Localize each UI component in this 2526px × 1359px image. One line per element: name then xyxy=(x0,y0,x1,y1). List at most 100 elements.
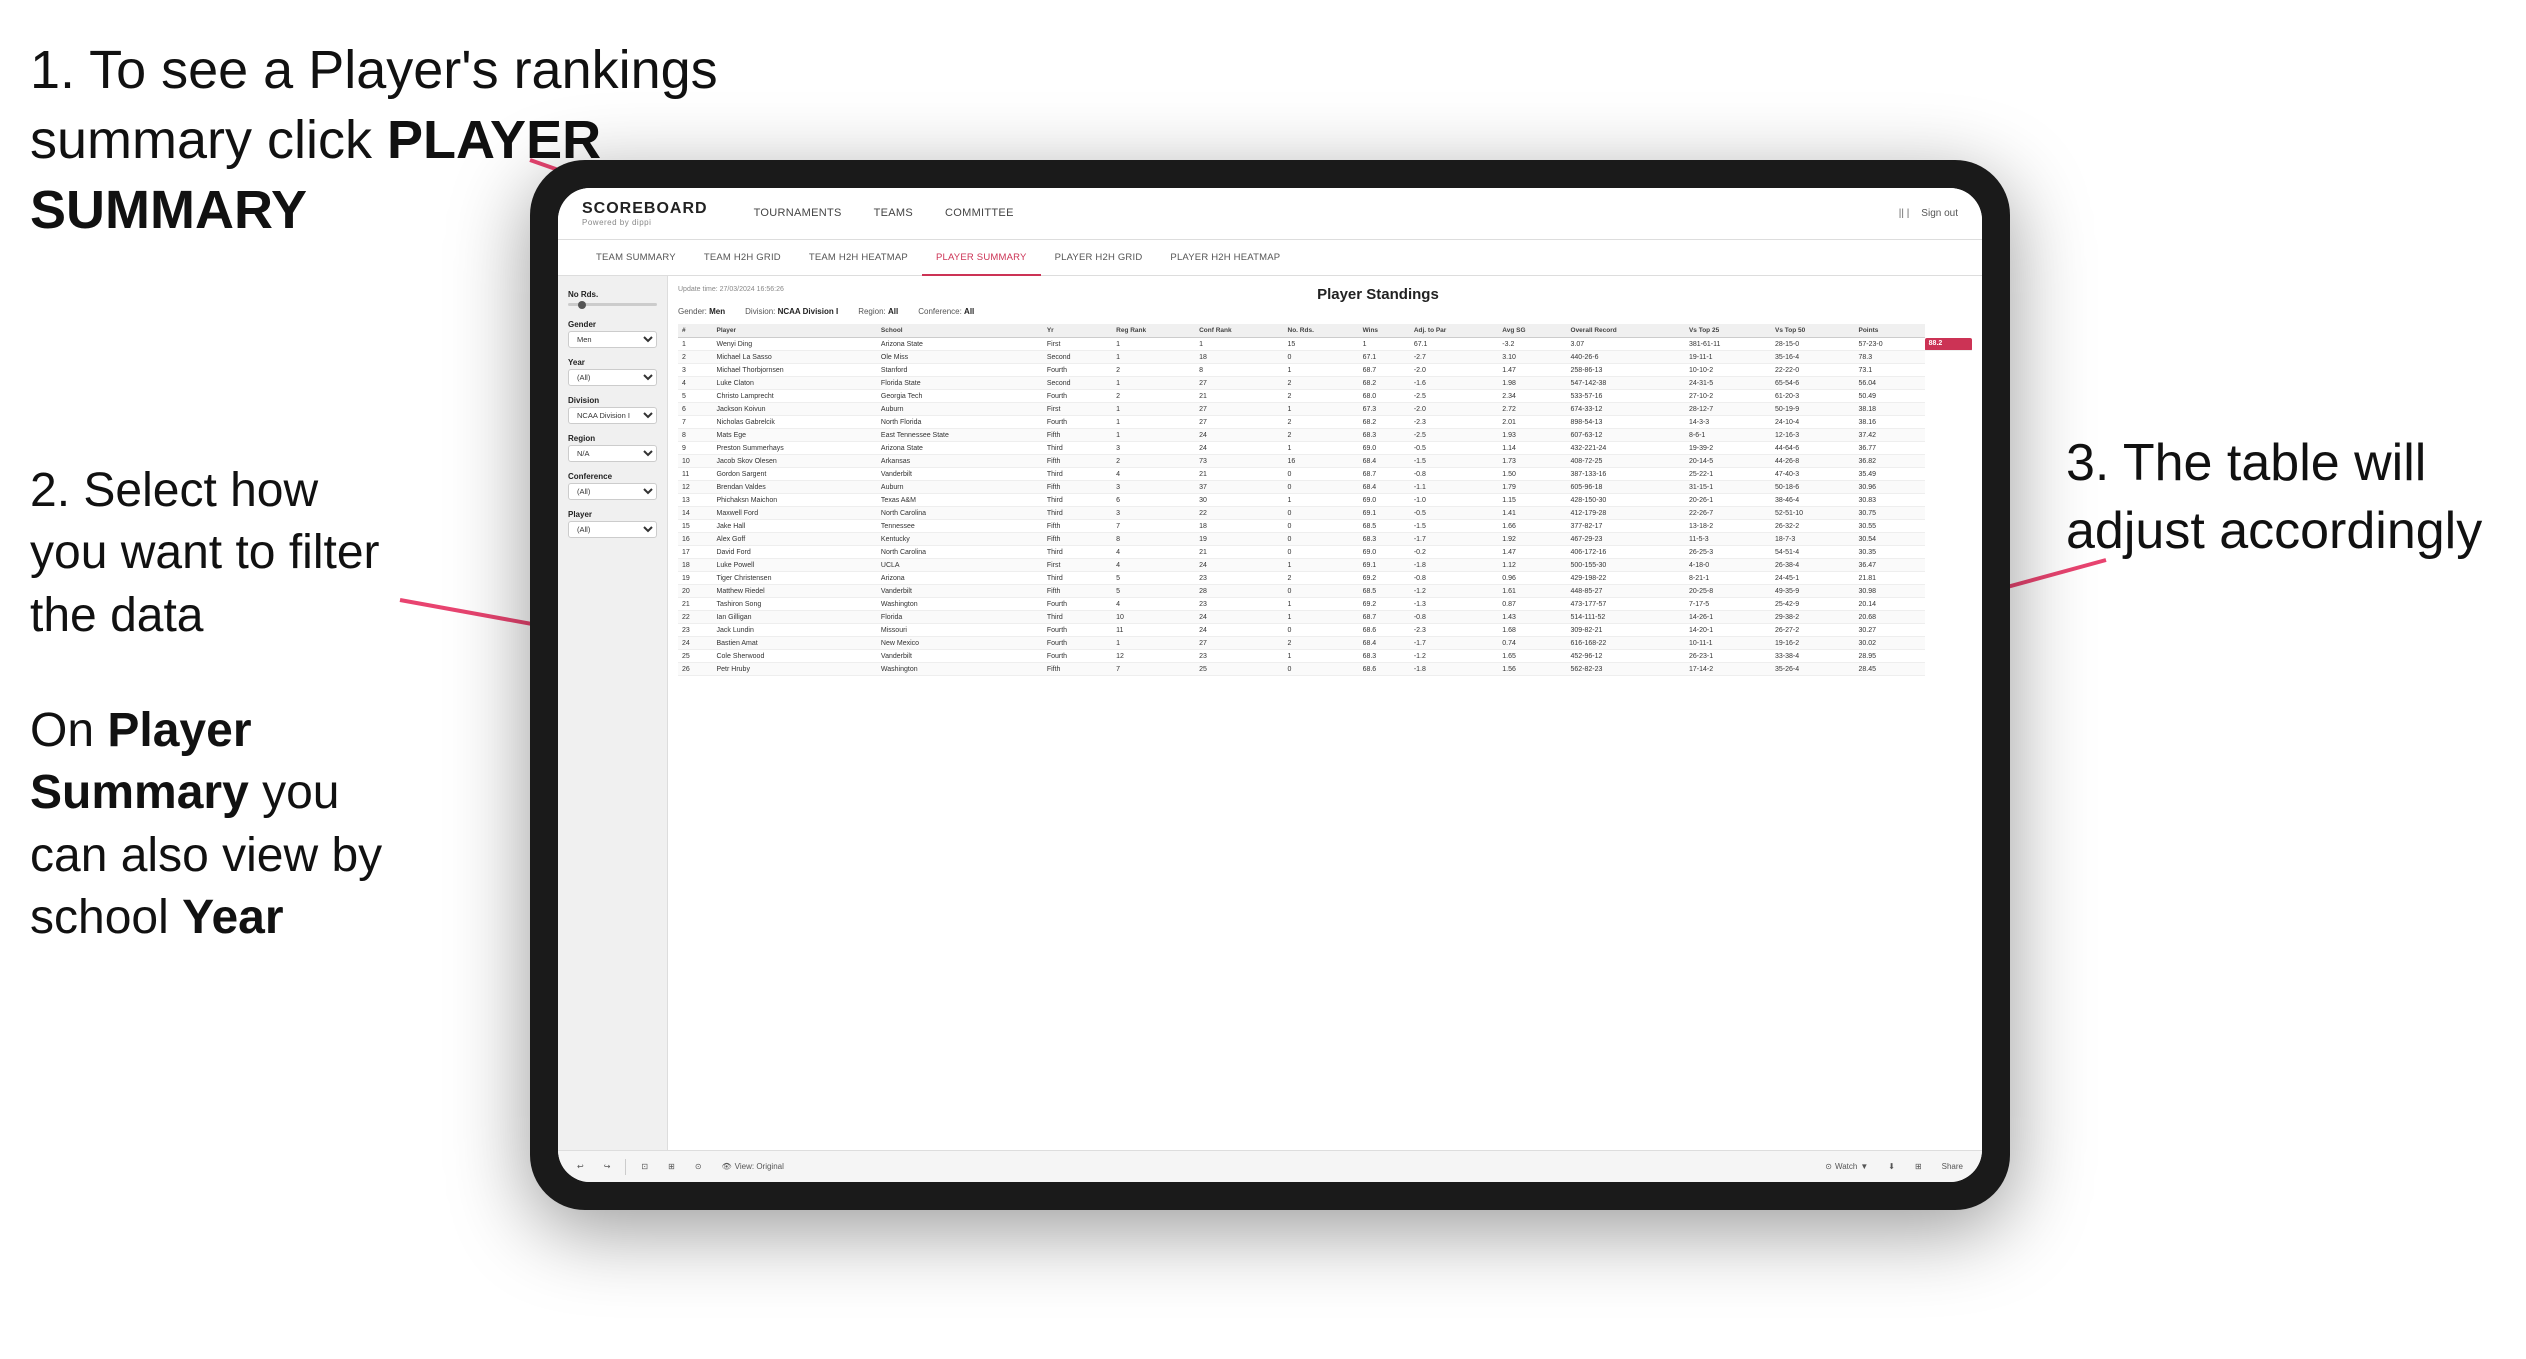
meta-conference: Conference: All xyxy=(918,307,974,316)
table-row: 20Matthew RiedelVanderbiltFifth528068.5-… xyxy=(678,585,1972,598)
sub-nav-team-h2h-heatmap[interactable]: TEAM H2H HEATMAP xyxy=(795,240,922,276)
watch-btn[interactable]: ⊙ Watch▼ xyxy=(1820,1160,1873,1173)
meta-region: Region: All xyxy=(858,307,898,316)
no-rds-slider[interactable] xyxy=(568,303,657,306)
main-content: No Rds. Gender Men Women Year (All) xyxy=(558,276,1982,1150)
col-overall: Overall Record xyxy=(1567,324,1685,338)
table-row: 6Jackson KoivunAuburnFirst127167.3-2.02.… xyxy=(678,403,1972,416)
undo-btn[interactable]: ↩ xyxy=(572,1160,589,1173)
table-row: 17David FordNorth CarolinaThird421069.0-… xyxy=(678,546,1972,559)
player-select[interactable]: (All) xyxy=(568,521,657,538)
table-row: 21Tashiron SongWashingtonFourth423169.2-… xyxy=(678,598,1972,611)
logo-main: SCOREBOARD xyxy=(582,200,708,218)
table-row: 8Mats EgeEast Tennessee StateFifth124268… xyxy=(678,429,1972,442)
bottom-toolbar: ↩ ↪ ⊡ ⊞ ⊙ 👁 View: Original ⊙ Watch▼ ⬇ ⊞ … xyxy=(558,1150,1982,1182)
col-player: Player xyxy=(712,324,876,338)
table-header: Update time: 27/03/2024 16:56:26 Player … xyxy=(678,286,1972,316)
table-title: Player Standings xyxy=(1317,286,1439,303)
redo-btn[interactable]: ↪ xyxy=(599,1160,616,1173)
header-right: || | Sign out xyxy=(1899,208,1958,219)
filter-division: Division NCAA Division I xyxy=(568,396,657,424)
col-adj: Adj. to Par xyxy=(1410,324,1498,338)
table-row: 9Preston SummerhaysArizona StateThird324… xyxy=(678,442,1972,455)
table-row: 25Cole SherwoodVanderbiltFourth1223168.3… xyxy=(678,650,1972,663)
tablet-screen: SCOREBOARD Powered by dippi TOURNAMENTS … xyxy=(558,188,1982,1182)
nav-committee[interactable]: COMMITTEE xyxy=(929,188,1030,240)
watch-icon: ⊙ xyxy=(1825,1162,1832,1171)
filter-player: Player (All) xyxy=(568,510,657,538)
sub-nav: TEAM SUMMARY TEAM H2H GRID TEAM H2H HEAT… xyxy=(558,240,1982,276)
table-meta: Gender: Men Division: NCAA Division I Re… xyxy=(678,307,1972,316)
region-select[interactable]: N/A xyxy=(568,445,657,462)
division-select[interactable]: NCAA Division I xyxy=(568,407,657,424)
table-area: Update time: 27/03/2024 16:56:26 Player … xyxy=(668,276,1982,1150)
table-row: 3Michael ThorbjornsenStanfordFourth28168… xyxy=(678,364,1972,377)
year-select[interactable]: (All) First Second Third Fourth Fifth xyxy=(568,369,657,386)
table-row: 7Nicholas GabrelcikNorth FloridaFourth12… xyxy=(678,416,1972,429)
col-wins: Wins xyxy=(1359,324,1410,338)
update-time: Update time: 27/03/2024 16:56:26 xyxy=(678,286,784,293)
tablet: SCOREBOARD Powered by dippi TOURNAMENTS … xyxy=(530,160,2010,1210)
logo-sub: Powered by dippi xyxy=(582,218,708,227)
table-row: 1Wenyi DingArizona StateFirst1115167.1-3… xyxy=(678,338,1972,351)
table-row: 24Bastien AmatNew MexicoFourth127268.4-1… xyxy=(678,637,1972,650)
share-btn[interactable]: Share xyxy=(1937,1160,1968,1173)
scoreboard-logo: SCOREBOARD Powered by dippi xyxy=(582,200,708,227)
instruction-4: On Player Summary you can also view by s… xyxy=(30,700,410,950)
table-row: 13Phichaksn MaichonTexas A&MThird630169.… xyxy=(678,494,1972,507)
meta-division: Division: NCAA Division I xyxy=(745,307,838,316)
table-row: 18Luke PowellUCLAFirst424169.1-1.81.1250… xyxy=(678,559,1972,572)
view-btn[interactable]: 👁 View: Original xyxy=(717,1160,789,1173)
app-header: SCOREBOARD Powered by dippi TOURNAMENTS … xyxy=(558,188,1982,240)
nav-tournaments[interactable]: TOURNAMENTS xyxy=(738,188,858,240)
col-conf-rank: Conf Rank xyxy=(1195,324,1283,338)
table-row: 26Petr HrubyWashingtonFifth725068.6-1.81… xyxy=(678,663,1972,676)
col-school: School xyxy=(877,324,1043,338)
instruction-3: 3. The table will adjust accordingly xyxy=(2066,430,2486,565)
sign-out-link[interactable]: Sign out xyxy=(1921,208,1958,219)
col-avg-sg: Avg SG xyxy=(1498,324,1566,338)
gender-select[interactable]: Men Women xyxy=(568,331,657,348)
clock-btn[interactable]: ⊙ xyxy=(690,1160,707,1173)
data-table: # Player School Yr Reg Rank Conf Rank No… xyxy=(678,324,1972,676)
toolbar-divider-1 xyxy=(625,1159,626,1175)
table-row: 22Ian GilliganFloridaThird1024168.7-0.81… xyxy=(678,611,1972,624)
copy-btn[interactable]: ⊞ xyxy=(663,1160,680,1173)
table-row: 12Brendan ValdesAuburnFifth337068.4-1.11… xyxy=(678,481,1972,494)
screenshot-btn[interactable]: ⊡ xyxy=(636,1160,653,1173)
table-row: 5Christo LamprechtGeorgia TechFourth2212… xyxy=(678,390,1972,403)
table-row: 14Maxwell FordNorth CarolinaThird322069.… xyxy=(678,507,1972,520)
table-header-row: # Player School Yr Reg Rank Conf Rank No… xyxy=(678,324,1972,338)
table-row: 11Gordon SargentVanderbiltThird421068.7-… xyxy=(678,468,1972,481)
filter-year: Year (All) First Second Third Fourth Fif… xyxy=(568,358,657,386)
conference-select[interactable]: (All) xyxy=(568,483,657,500)
col-vstop25: Vs Top 25 xyxy=(1685,324,1771,338)
col-points: Points xyxy=(1854,324,1924,338)
filter-region: Region N/A xyxy=(568,434,657,462)
col-yr: Yr xyxy=(1043,324,1112,338)
col-reg-rank: Reg Rank xyxy=(1112,324,1195,338)
table-row: 23Jack LundinMissouriFourth1124068.6-2.3… xyxy=(678,624,1972,637)
table-row: 4Luke ClatonFlorida StateSecond127268.2-… xyxy=(678,377,1972,390)
nav-items: TOURNAMENTS TEAMS COMMITTEE xyxy=(738,188,1899,240)
sub-nav-player-h2h-heatmap[interactable]: PLAYER H2H HEATMAP xyxy=(1156,240,1294,276)
download-btn[interactable]: ⬇ xyxy=(1883,1160,1900,1173)
sub-nav-team-summary[interactable]: TEAM SUMMARY xyxy=(582,240,690,276)
nav-teams[interactable]: TEAMS xyxy=(858,188,929,240)
sub-nav-player-summary[interactable]: PLAYER SUMMARY xyxy=(922,240,1041,276)
table-row: 10Jacob Skov OlesenArkansasFifth2731668.… xyxy=(678,455,1972,468)
resize-btn[interactable]: ⊞ xyxy=(1910,1160,1927,1173)
instruction-2: 2. Select how you want to filter the dat… xyxy=(30,460,400,647)
filter-panel: No Rds. Gender Men Women Year (All) xyxy=(558,276,668,1150)
header-icon: || | xyxy=(1899,208,1910,219)
col-vstop50: Vs Top 50 xyxy=(1771,324,1854,338)
filter-no-rds: No Rds. xyxy=(568,290,657,310)
eye-icon: 👁 xyxy=(722,1162,732,1171)
sub-nav-team-h2h-grid[interactable]: TEAM H2H GRID xyxy=(690,240,795,276)
table-row: 2Michael La SassoOle MissSecond118067.1-… xyxy=(678,351,1972,364)
col-no-rds: No. Rds. xyxy=(1284,324,1359,338)
sub-nav-player-h2h-grid[interactable]: PLAYER H2H GRID xyxy=(1041,240,1157,276)
filter-conference: Conference (All) xyxy=(568,472,657,500)
col-num: # xyxy=(678,324,712,338)
filter-gender: Gender Men Women xyxy=(568,320,657,348)
